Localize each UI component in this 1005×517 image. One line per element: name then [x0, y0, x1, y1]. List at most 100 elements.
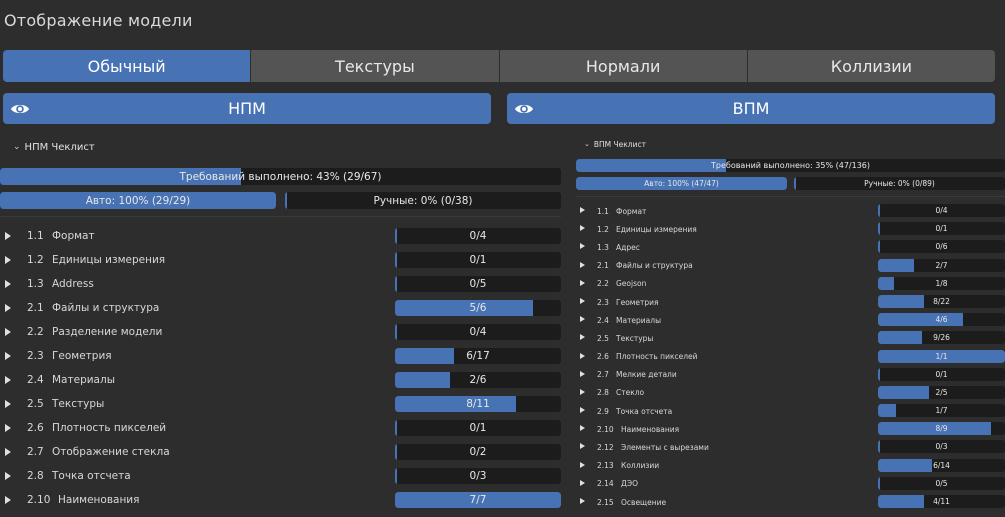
- checklist-row[interactable]: 2.14 ДЭО 0/5: [576, 475, 1005, 493]
- checklist-row[interactable]: 2.5 Текстуры 9/26: [576, 329, 1005, 347]
- checklist-item-code: 2.9: [597, 406, 609, 416]
- expand-triangle-icon[interactable]: [580, 297, 585, 304]
- checklist-row[interactable]: 2.4 Материалы 2/6: [0, 368, 561, 392]
- expand-triangle-icon[interactable]: [5, 232, 11, 240]
- checklist-row[interactable]: 2.3 Геометрия 8/22: [576, 293, 1005, 311]
- expand-triangle-icon[interactable]: [5, 424, 11, 432]
- expand-triangle-icon[interactable]: [5, 400, 11, 408]
- progress-label: 2/5: [935, 387, 948, 397]
- expand-triangle-icon[interactable]: [580, 388, 585, 395]
- expand-triangle-icon[interactable]: [580, 261, 585, 268]
- checklist-item-code: 2.14: [597, 479, 614, 489]
- checklist-item-progress: 2/5: [878, 385, 1005, 399]
- checklist-row[interactable]: 2.10 Наименования 7/7: [0, 488, 561, 512]
- npm-checklist-header[interactable]: ⌄ НПМ Чеклист: [0, 136, 561, 158]
- checklist-row[interactable]: 2.3 Геометрия 6/17: [0, 344, 561, 368]
- expand-triangle-icon[interactable]: [580, 279, 585, 286]
- expand-triangle-icon[interactable]: [5, 496, 11, 504]
- expand-triangle-icon[interactable]: [580, 479, 585, 486]
- checklist-row[interactable]: 2.10 Наименования 8/9: [576, 420, 1005, 438]
- tab-collisions[interactable]: Коллизии: [747, 50, 995, 82]
- checklist-row[interactable]: 1.3 Address 0/5: [0, 272, 561, 296]
- npm-visibility-toggle[interactable]: НПМ: [3, 93, 491, 124]
- checklist-row[interactable]: 2.8 Стекло 2/5: [576, 384, 1005, 402]
- checklist-item-code: 1.1: [597, 206, 609, 216]
- expand-triangle-icon[interactable]: [580, 334, 585, 341]
- checklist-row[interactable]: 2.1 Файлы и структура 2/7: [576, 257, 1005, 275]
- progress-label: 2/6: [469, 374, 487, 386]
- checklist-item-code: 2.15: [597, 497, 614, 507]
- checklist-row[interactable]: 2.4 Материалы 4/6: [576, 311, 1005, 329]
- checklist-row[interactable]: 1.3 Адрес 0/6: [576, 238, 1005, 256]
- checklist-item-progress: 0/4: [395, 228, 561, 244]
- checklist-item-name: Текстуры: [616, 333, 654, 343]
- checklist-row[interactable]: 2.7 Мелкие детали 0/1: [576, 366, 1005, 384]
- checklist-row[interactable]: 2.1 Файлы и структура 5/6: [0, 296, 561, 320]
- vpm-visibility-toggle[interactable]: ВПМ: [507, 93, 995, 124]
- checklist-row[interactable]: 1.2 Единицы измерения 0/1: [0, 248, 561, 272]
- checklist-row[interactable]: 2.9 Точка отсчета 1/7: [576, 402, 1005, 420]
- checklist-item-progress: 1/1: [878, 349, 1005, 363]
- checklist-item-progress: 5/6: [395, 300, 561, 316]
- checklist-row[interactable]: 2.5 Текстуры 8/11: [0, 392, 561, 416]
- checklist-row[interactable]: 1.1 Формат 0/4: [576, 202, 1005, 220]
- progress-label: 0/1: [935, 224, 948, 234]
- progress-label: 1/1: [935, 351, 948, 361]
- tab-normal[interactable]: Обычный: [3, 50, 251, 82]
- expand-triangle-icon[interactable]: [580, 243, 585, 250]
- checklist-item-code: 2.6: [27, 422, 44, 434]
- expand-triangle-icon[interactable]: [5, 280, 11, 288]
- checklist-item-name: Материалы: [52, 374, 115, 386]
- checklist-item-code: 2.8: [597, 388, 609, 398]
- expand-triangle-icon[interactable]: [580, 498, 585, 504]
- expand-triangle-icon[interactable]: [580, 425, 585, 432]
- expand-triangle-icon[interactable]: [580, 207, 585, 213]
- tab-textures[interactable]: Текстуры: [251, 50, 499, 82]
- checklist-item-code: 2.3: [27, 350, 44, 362]
- checklist-row[interactable]: 1.1 Формат 0/4: [0, 224, 561, 248]
- checklist-row[interactable]: 2.13 Коллизии 6/14: [576, 457, 1005, 475]
- checklist-item-progress: 0/5: [878, 476, 1005, 490]
- tab-normals[interactable]: Нормали: [499, 50, 747, 82]
- checklist-item-code: 2.10: [27, 494, 51, 506]
- expand-triangle-icon[interactable]: [5, 328, 11, 336]
- checklist-row[interactable]: 2.6 Плотность пикселей 0/1: [0, 416, 561, 440]
- progress-label: 4/11: [933, 497, 950, 506]
- checklist-row[interactable]: 2.2 Geojson 1/8: [576, 275, 1005, 293]
- expand-triangle-icon[interactable]: [580, 461, 585, 468]
- checklist-item-name: Address: [52, 278, 94, 290]
- expand-triangle-icon[interactable]: [580, 370, 585, 377]
- checklist-item-code: 2.2: [597, 279, 609, 289]
- checklist-item-progress: 8/22: [878, 294, 1005, 308]
- checklist-item-progress: 0/1: [395, 252, 561, 268]
- expand-triangle-icon[interactable]: [5, 472, 11, 480]
- page-title: Отображение модели: [4, 11, 193, 30]
- expand-triangle-icon[interactable]: [580, 443, 585, 450]
- vpm-checklist-header[interactable]: ⌄ ВПМ Чеклист: [576, 135, 1005, 153]
- expand-triangle-icon[interactable]: [580, 407, 585, 414]
- checklist-row[interactable]: 2.7 Отображение стекла 0/2: [0, 440, 561, 464]
- checklist-row[interactable]: 2.8 Точка отсчета 0/3: [0, 464, 561, 488]
- expand-triangle-icon[interactable]: [580, 316, 585, 323]
- expand-triangle-icon[interactable]: [5, 376, 11, 384]
- progress-label: 0/5: [469, 278, 487, 290]
- checklist-item-code: 2.5: [27, 398, 44, 410]
- divider: [576, 196, 1005, 197]
- checklist-row[interactable]: 2.12 Элементы с вырезами 0/3: [576, 438, 1005, 456]
- progress-label: 1/8: [935, 278, 948, 288]
- expand-triangle-icon[interactable]: [580, 352, 585, 359]
- checklist-row[interactable]: 2.15 Освещение 4/11: [576, 493, 1005, 511]
- expand-triangle-icon[interactable]: [5, 448, 11, 456]
- progress-label: 0/4: [935, 206, 948, 215]
- expand-triangle-icon[interactable]: [580, 225, 585, 232]
- progress-label: 0/3: [935, 442, 948, 452]
- expand-triangle-icon[interactable]: [5, 256, 11, 264]
- expand-triangle-icon[interactable]: [5, 352, 11, 360]
- expand-triangle-icon[interactable]: [5, 304, 11, 312]
- checklist-row[interactable]: 2.6 Плотность пикселей 1/1: [576, 348, 1005, 366]
- checklist-item-name: Наименования: [621, 424, 680, 434]
- checklist-row[interactable]: 2.2 Разделение модели 0/4: [0, 320, 561, 344]
- checklist-item-name: Формат: [616, 206, 647, 216]
- checklist-row[interactable]: 1.2 Единицы измерения 0/1: [576, 220, 1005, 238]
- checklist-item-code: 2.4: [597, 315, 609, 325]
